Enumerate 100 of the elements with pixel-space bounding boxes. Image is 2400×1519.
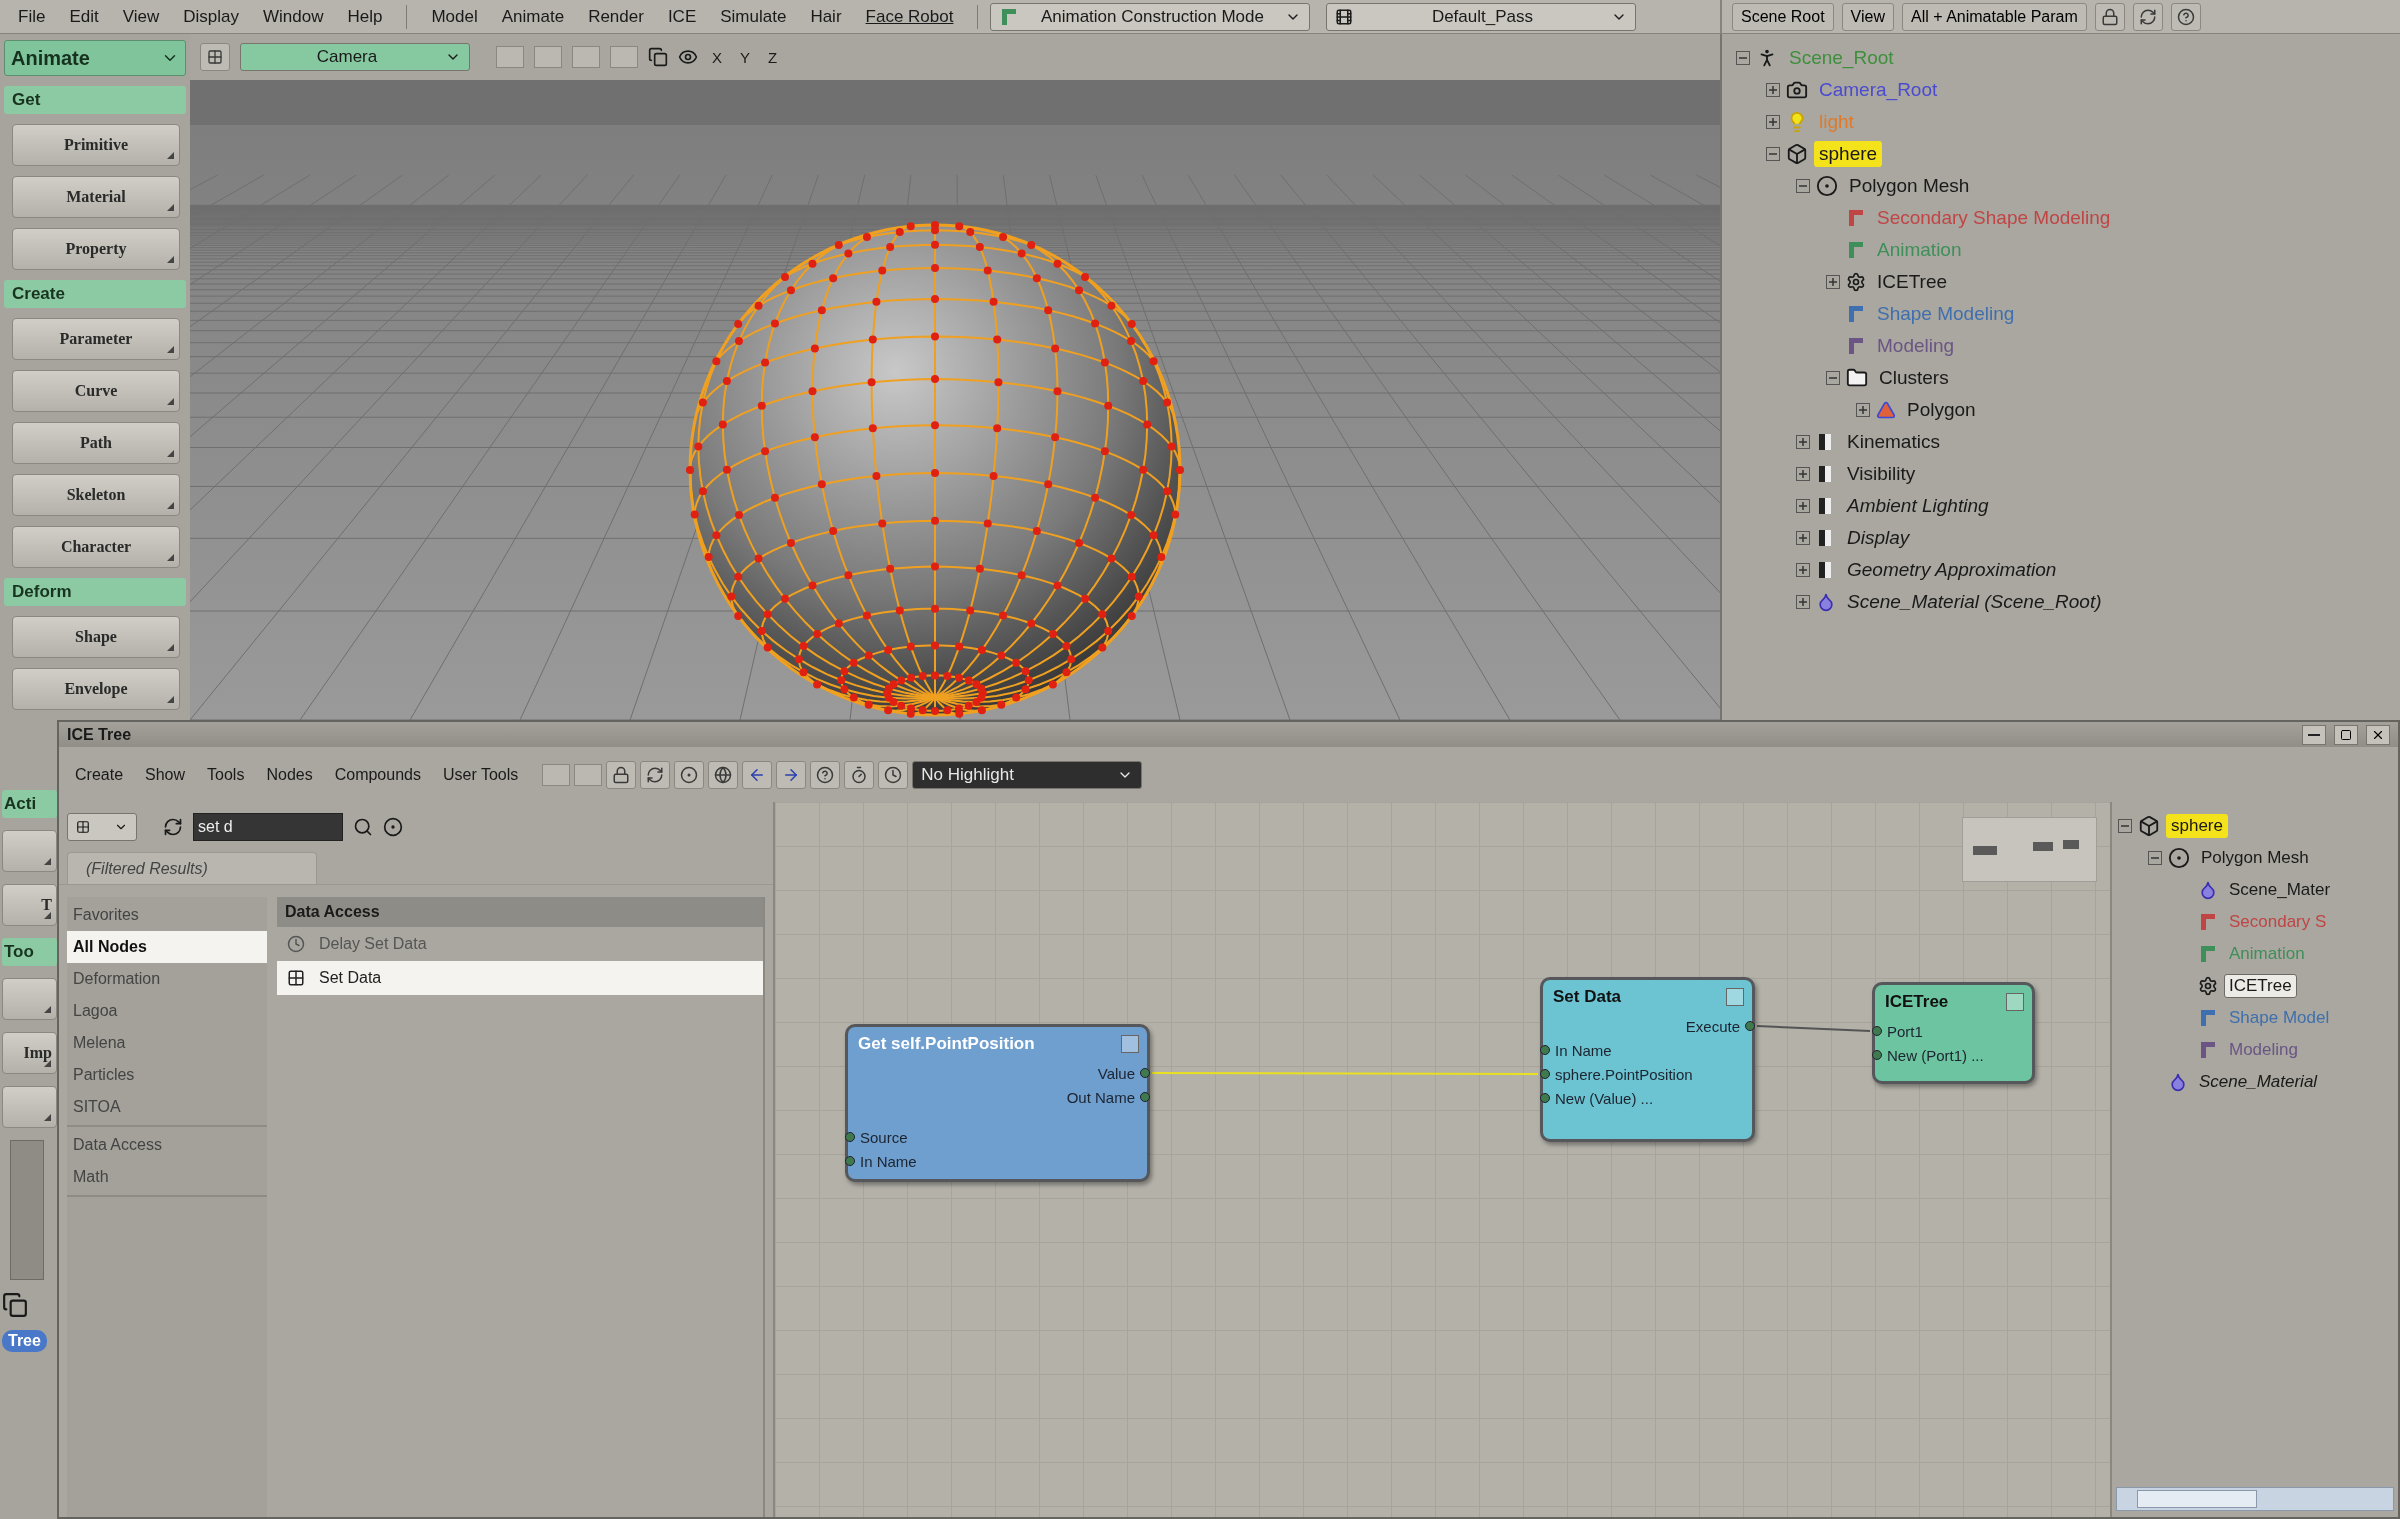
pass-dropdown[interactable]: Default_Pass <box>1326 2 1637 31</box>
expand-toggle[interactable] <box>1766 115 1780 129</box>
tree-item[interactable]: Polygon <box>1902 397 1981 423</box>
expand-toggle[interactable] <box>1736 51 1750 65</box>
expand-toggle[interactable] <box>1796 435 1810 449</box>
scrollbar[interactable] <box>2116 1487 2394 1511</box>
graph-node[interactable]: Get self.PointPosition Value Out Name Source In Name <box>845 1024 1150 1182</box>
menu-item[interactable]: Create <box>67 763 132 786</box>
category-item[interactable]: SITOA <box>67 1091 267 1123</box>
minimap[interactable] <box>1962 817 2097 882</box>
help-button[interactable] <box>810 760 841 789</box>
menu-item[interactable]: File <box>6 4 58 29</box>
axis-toggle[interactable]: Z <box>764 48 782 66</box>
category-item[interactable]: Favorites <box>67 899 267 931</box>
menu-item[interactable]: Simulate <box>708 4 799 29</box>
tree-item[interactable]: Clusters <box>1874 365 1954 391</box>
tree-item[interactable]: ICETree <box>2224 974 2297 998</box>
axis-toggle[interactable]: X <box>708 48 726 66</box>
minimize-button[interactable] <box>2302 724 2326 745</box>
mode-dropdown[interactable]: Animation Construction Mode <box>990 2 1311 31</box>
category-item[interactable]: Particles <box>67 1059 267 1091</box>
refresh-button[interactable] <box>2132 2 2163 31</box>
timer-button[interactable] <box>844 760 875 789</box>
explorer-button[interactable]: Scene Root <box>1732 2 1834 31</box>
copy-icon[interactable] <box>648 47 668 67</box>
palette-button[interactable]: Shape <box>12 616 180 658</box>
tree-item[interactable]: Display <box>1842 525 1915 551</box>
expand-toggle[interactable] <box>1796 467 1810 481</box>
port-dot[interactable] <box>1140 1092 1150 1102</box>
palette-button[interactable]: Envelope <box>12 668 180 710</box>
tree-item[interactable]: Scene_Material <box>2194 1070 2323 1094</box>
menu-item[interactable]: Edit <box>57 4 111 29</box>
menu-item[interactable]: Show <box>137 763 194 786</box>
copy-icon[interactable] <box>2 1292 28 1318</box>
port-dot[interactable] <box>1540 1093 1550 1103</box>
port-dot[interactable] <box>1540 1069 1550 1079</box>
tree-item[interactable]: sphere <box>2166 814 2228 838</box>
back-button[interactable] <box>742 760 773 789</box>
tab-label[interactable]: Tree <box>2 1330 47 1352</box>
node-menu-icon[interactable] <box>1726 988 1744 1006</box>
camera-dropdown[interactable]: Camera <box>240 43 470 71</box>
tree-item[interactable]: Kinematics <box>1842 429 1945 455</box>
port-dot[interactable] <box>845 1132 855 1142</box>
tree-item[interactable]: Visibility <box>1842 461 1921 487</box>
menu-item[interactable]: Hair <box>798 4 854 29</box>
menu-item[interactable]: Render <box>576 4 656 29</box>
category-item[interactable]: Deformation <box>67 963 267 995</box>
menu-item[interactable]: Model <box>419 4 490 29</box>
menu-item[interactable]: Help <box>335 4 395 29</box>
category-item[interactable]: Melena <box>67 1027 267 1059</box>
port-dot[interactable] <box>1872 1050 1882 1060</box>
menu-item[interactable]: View <box>110 4 172 29</box>
port-dot[interactable] <box>1540 1045 1550 1055</box>
maximize-button[interactable] <box>2334 724 2358 745</box>
lock-button[interactable] <box>606 760 637 789</box>
graph-canvas[interactable]: Get self.PointPosition Value Out Name Source In Name Set Data Execute In Name sphere.PointPosition New (Value) ... ICETree Port1 New (Port1) ... <box>775 802 2110 1517</box>
menu-item[interactable]: Window <box>251 4 336 29</box>
search-field[interactable]: set d <box>193 813 343 841</box>
globe-button[interactable] <box>708 760 739 789</box>
port-dot[interactable] <box>1872 1026 1882 1036</box>
expand-toggle[interactable] <box>1826 275 1840 289</box>
port-dot[interactable] <box>1140 1068 1150 1078</box>
graph-node[interactable]: Set Data Execute In Name sphere.PointPosition New (Value) ... <box>1540 977 1755 1142</box>
refresh-icon[interactable] <box>163 817 183 837</box>
palette-button[interactable]: Property <box>12 228 180 270</box>
slider-track[interactable] <box>10 1140 44 1280</box>
layout-dropdown[interactable]: Animate <box>4 40 186 76</box>
expand-toggle[interactable] <box>1796 531 1810 545</box>
palette-button[interactable]: Parameter <box>12 318 180 360</box>
palette-button[interactable] <box>2 830 57 872</box>
expand-toggle[interactable] <box>2118 819 2132 833</box>
expand-toggle[interactable] <box>1796 499 1810 513</box>
lock-button[interactable] <box>2094 2 2125 31</box>
expand-toggle[interactable] <box>1766 83 1780 97</box>
palette-button[interactable] <box>2 1086 57 1128</box>
tree-item[interactable]: Geometry Approximation <box>1842 557 2062 583</box>
menu-item[interactable]: Tools <box>199 763 253 786</box>
node-menu-icon[interactable] <box>1121 1035 1139 1053</box>
menu-item[interactable]: Animate <box>489 4 577 29</box>
expand-toggle[interactable] <box>2148 851 2162 865</box>
clock-button[interactable] <box>878 760 909 789</box>
palette-button[interactable] <box>2 978 57 1020</box>
forward-button[interactable] <box>776 760 807 789</box>
refresh-button[interactable] <box>640 760 671 789</box>
palette-button[interactable]: Path <box>12 422 180 464</box>
filter-dropdown[interactable] <box>67 813 137 841</box>
palette-button[interactable]: Character <box>12 526 180 568</box>
category-item[interactable]: Math <box>67 1161 267 1193</box>
category-item[interactable]: Data Access <box>67 1129 267 1161</box>
port-dot[interactable] <box>1745 1021 1755 1031</box>
expand-toggle[interactable] <box>1796 179 1810 193</box>
palette-button[interactable]: T <box>2 884 57 926</box>
menu-item[interactable]: Display <box>171 4 251 29</box>
palette-button[interactable]: Material <box>12 176 180 218</box>
expand-toggle[interactable] <box>1766 147 1780 161</box>
tree-item[interactable]: Ambient Lighting <box>1842 493 1994 519</box>
palette-button[interactable]: Skeleton <box>12 474 180 516</box>
menu-item[interactable]: User Tools <box>434 763 527 786</box>
expand-toggle[interactable] <box>1856 403 1870 417</box>
menu-link[interactable]: Face Robot <box>853 4 966 29</box>
